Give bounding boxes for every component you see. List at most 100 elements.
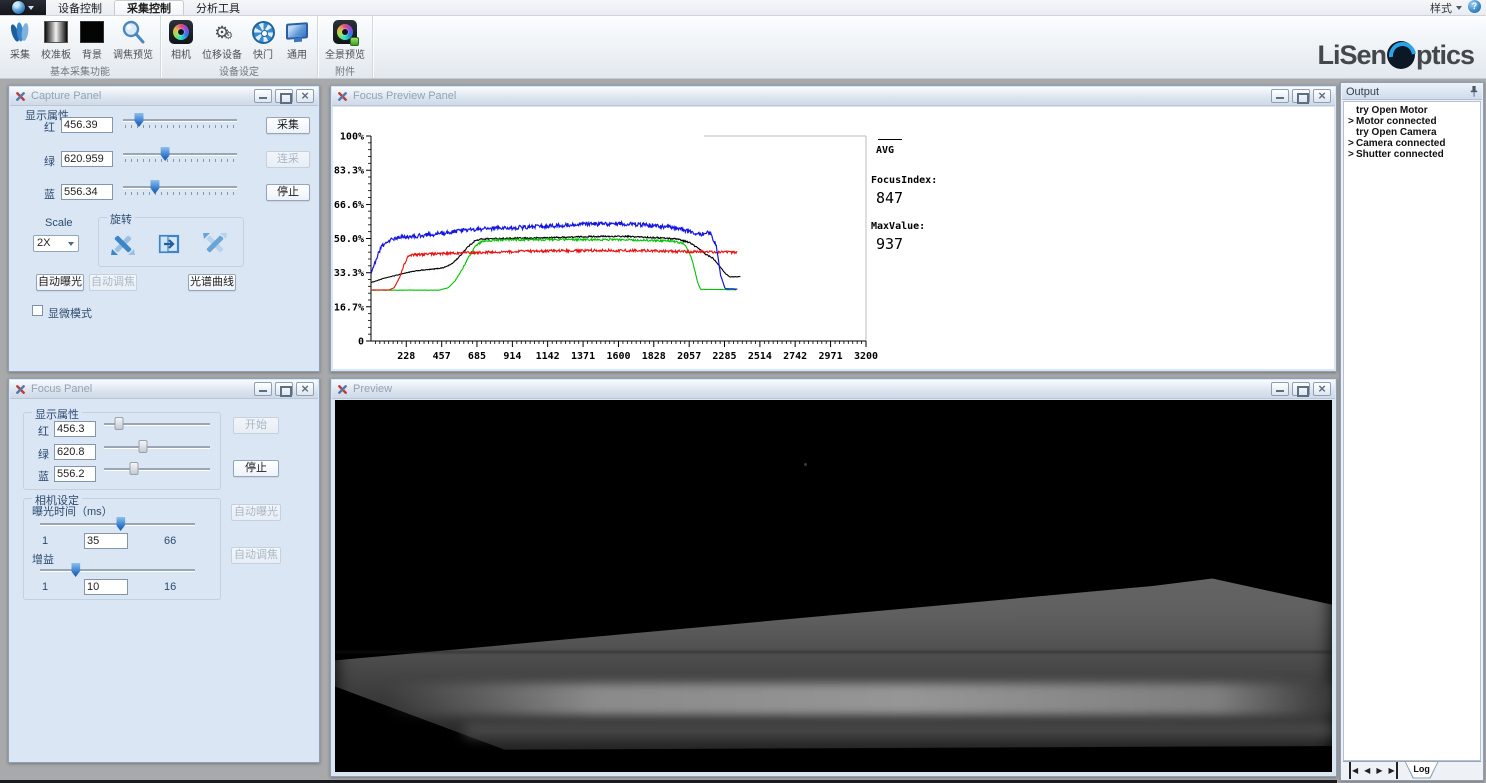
minimize-button[interactable] bbox=[254, 89, 272, 103]
close-button[interactable] bbox=[1313, 382, 1331, 396]
panorama-camera-icon bbox=[332, 19, 358, 45]
toolbar-button-background[interactable]: 背景 bbox=[76, 18, 108, 62]
stop-button[interactable]: 停止 bbox=[266, 184, 310, 201]
log-tab[interactable]: Log bbox=[1405, 762, 1439, 779]
capture-panel-titlebar[interactable]: Capture Panel bbox=[10, 87, 318, 106]
auto-exposure-button: 自动曝光 bbox=[231, 504, 281, 521]
rotate-group-label: 旋转 bbox=[107, 211, 135, 227]
capture-fan-icon bbox=[7, 19, 33, 45]
maximize-button[interactable] bbox=[1292, 382, 1310, 396]
close-button[interactable] bbox=[296, 382, 314, 396]
scale-dropdown[interactable]: 2X bbox=[33, 235, 79, 252]
blue-value-input[interactable] bbox=[61, 184, 113, 200]
focus-panel: Focus Panel 显示属性 红 绿 bbox=[8, 378, 320, 763]
style-menu-label: 样式 bbox=[1430, 0, 1452, 16]
rotate-left-button[interactable] bbox=[111, 232, 135, 261]
red-value-input[interactable] bbox=[61, 117, 113, 133]
capture-button[interactable]: 采集 bbox=[266, 117, 310, 134]
panel-tools-icon bbox=[336, 383, 349, 396]
prev-tab-icon[interactable]: ◀ bbox=[1364, 762, 1370, 779]
next-tab-icon[interactable]: ▶ bbox=[1376, 762, 1382, 779]
rotate-right-button[interactable] bbox=[203, 232, 227, 261]
panel-tools-icon bbox=[14, 383, 27, 396]
auto-exposure-button[interactable]: 自动曝光 bbox=[36, 274, 84, 291]
tab-capture-control[interactable]: 采集控制 bbox=[114, 0, 184, 15]
gears-icon: ⚙ bbox=[209, 19, 235, 45]
avg-legend-line bbox=[878, 139, 902, 140]
toolbar-button-label: 通用 bbox=[287, 46, 307, 61]
toolbar-button-general[interactable]: 通用 bbox=[281, 18, 313, 62]
workspace: Capture Panel 显示属性 红 绿 bbox=[0, 79, 1486, 783]
green-slider[interactable] bbox=[104, 440, 210, 458]
maximize-button[interactable] bbox=[275, 382, 293, 396]
close-button[interactable] bbox=[296, 89, 314, 103]
auto-focus-button: 自动调焦 bbox=[231, 547, 281, 564]
red-slider[interactable] bbox=[123, 113, 237, 131]
minimize-button[interactable] bbox=[1271, 89, 1289, 103]
maximize-button[interactable] bbox=[275, 89, 293, 103]
svg-text:1371: 1371 bbox=[571, 351, 595, 362]
flip-horizontal-button[interactable] bbox=[157, 232, 181, 261]
stop-button[interactable]: 停止 bbox=[233, 460, 279, 477]
ribbon-group-device-settings: 相机 ⚙ 位移设备 快门 通用 设备设定 bbox=[161, 16, 318, 78]
toolbar-button-focus-preview[interactable]: 调焦预览 bbox=[110, 18, 156, 62]
gain-min-label: 1 bbox=[42, 581, 48, 593]
toolbar-button-camera[interactable]: 相机 bbox=[165, 18, 197, 62]
calibration-plate-icon bbox=[43, 19, 69, 45]
ribbon-group-label: 基本采集功能 bbox=[4, 62, 156, 80]
blue-slider[interactable] bbox=[123, 180, 237, 198]
camera-icon bbox=[168, 19, 194, 45]
blue-value-input[interactable] bbox=[54, 466, 96, 482]
red-slider[interactable] bbox=[104, 417, 210, 435]
green-value-input[interactable] bbox=[54, 444, 96, 460]
last-tab-icon[interactable]: ▶ bbox=[1388, 762, 1397, 779]
toolbar-button-shutter[interactable]: 快门 bbox=[247, 18, 279, 62]
toolbar-button-panorama-preview[interactable]: 全景预览 bbox=[322, 18, 368, 62]
application-menu-button[interactable] bbox=[0, 0, 46, 15]
focus-panel-titlebar[interactable]: Focus Panel bbox=[10, 380, 318, 399]
red-value-input[interactable] bbox=[54, 421, 96, 437]
max-value-label: MaxValue: bbox=[871, 221, 925, 232]
blue-slider[interactable] bbox=[104, 462, 210, 480]
preview-titlebar[interactable]: Preview bbox=[332, 380, 1335, 399]
output-titlebar[interactable]: Output bbox=[1342, 84, 1482, 100]
green-slider[interactable] bbox=[123, 147, 237, 165]
gain-value-input[interactable] bbox=[84, 579, 128, 595]
toolbar-button-displacement-device[interactable]: ⚙ 位移设备 bbox=[199, 18, 245, 62]
green-slider-thumb[interactable] bbox=[139, 440, 148, 453]
micro-mode-checkbox[interactable] bbox=[32, 305, 43, 316]
output-log: try Open Motor >Motor connected try Open… bbox=[1343, 101, 1481, 761]
toolbar-button-calibration-plate[interactable]: 校准板 bbox=[38, 18, 74, 62]
panel-title: Capture Panel bbox=[31, 90, 250, 102]
gain-slider-thumb[interactable] bbox=[71, 563, 80, 577]
red-slider-thumb[interactable] bbox=[114, 417, 123, 430]
exposure-value-input[interactable] bbox=[84, 533, 128, 549]
svg-text:1828: 1828 bbox=[642, 351, 666, 362]
toolbar-button-capture[interactable]: 采集 bbox=[4, 18, 36, 62]
svg-text:457: 457 bbox=[433, 351, 451, 362]
close-button[interactable] bbox=[1313, 89, 1331, 103]
preview-bright-band bbox=[385, 683, 1332, 716]
minimize-button[interactable] bbox=[254, 382, 272, 396]
blue-slider-thumb[interactable] bbox=[129, 462, 138, 475]
green-value-input[interactable] bbox=[61, 151, 113, 167]
first-tab-icon[interactable]: ◀ bbox=[1349, 762, 1358, 779]
tab-device-control[interactable]: 设备控制 bbox=[46, 0, 114, 15]
rotate-group: 旋转 bbox=[98, 217, 244, 267]
spectral-curve-button[interactable]: 光谱曲线 bbox=[188, 274, 236, 291]
svg-text:914: 914 bbox=[503, 351, 521, 362]
minimize-button[interactable] bbox=[1271, 382, 1289, 396]
svg-text:100%: 100% bbox=[340, 132, 364, 143]
display-properties-label: 显示属性 bbox=[32, 406, 82, 422]
maximize-button[interactable] bbox=[1292, 89, 1310, 103]
focus-index-label: FocusIndex: bbox=[871, 175, 937, 186]
preview-spectral-wedge bbox=[335, 400, 1332, 772]
ribbon-group-attachment: 全景预览 附件 bbox=[318, 16, 373, 78]
exposure-slider-thumb[interactable] bbox=[116, 517, 125, 531]
pin-icon[interactable] bbox=[1470, 86, 1478, 97]
help-icon[interactable] bbox=[1468, 0, 1481, 13]
scale-value: 2X bbox=[37, 237, 50, 249]
tab-analysis-tools[interactable]: 分析工具 bbox=[184, 0, 252, 15]
style-menu[interactable]: 样式 bbox=[1430, 0, 1468, 15]
focus-preview-titlebar[interactable]: Focus Preview Panel bbox=[332, 87, 1335, 106]
